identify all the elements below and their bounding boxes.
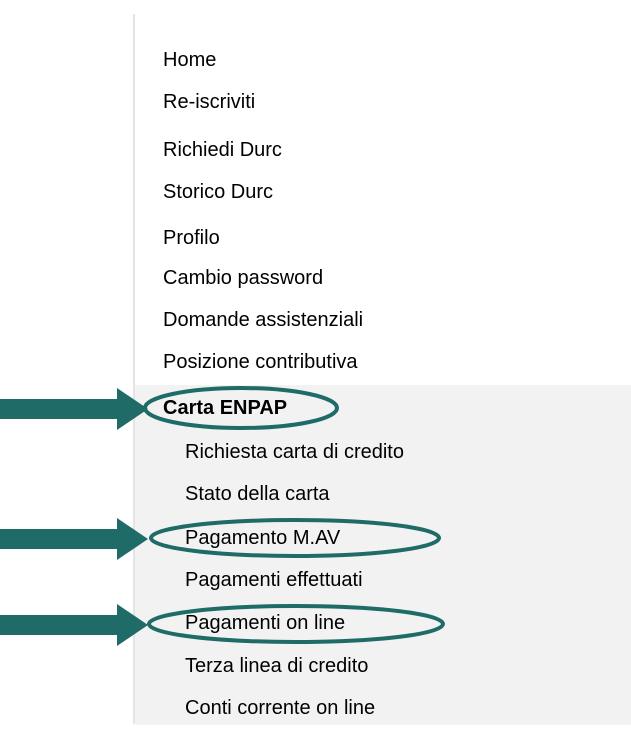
submenu-item-pagamento-mav[interactable]: Pagamento M.AV	[185, 526, 340, 550]
menu-item-domande-assistenziali[interactable]: Domande assistenziali	[163, 308, 363, 332]
menu-item-posizione-contributiva[interactable]: Posizione contributiva	[163, 350, 358, 374]
pointer-arrow-icon	[0, 604, 148, 646]
submenu-item-richiesta-carta-di-credito[interactable]: Richiesta carta di credito	[185, 440, 404, 464]
menu-item-re-iscriviti[interactable]: Re-iscriviti	[163, 90, 255, 114]
menu-item-richiedi-durc[interactable]: Richiedi Durc	[163, 138, 282, 162]
submenu-item-pagamenti-effettuati[interactable]: Pagamenti effettuati	[185, 568, 363, 592]
menu-item-home[interactable]: Home	[163, 48, 216, 72]
submenu-item-stato-della-carta[interactable]: Stato della carta	[185, 482, 330, 506]
submenu-item-pagamenti-on-line[interactable]: Pagamenti on line	[185, 611, 345, 635]
pointer-arrow-icon	[0, 518, 148, 560]
pointer-arrow-icon	[0, 388, 148, 430]
menu-item-cambio-password[interactable]: Cambio password	[163, 266, 323, 290]
submenu-item-terza-linea-di-credito[interactable]: Terza linea di credito	[185, 654, 368, 678]
menu-item-storico-durc[interactable]: Storico Durc	[163, 180, 273, 204]
submenu-item-conti-corrente-on-line[interactable]: Conti corrente on line	[185, 696, 375, 720]
menu-item-profilo[interactable]: Profilo	[163, 226, 220, 250]
menu-item-carta-enpap[interactable]: Carta ENPAP	[163, 396, 287, 420]
